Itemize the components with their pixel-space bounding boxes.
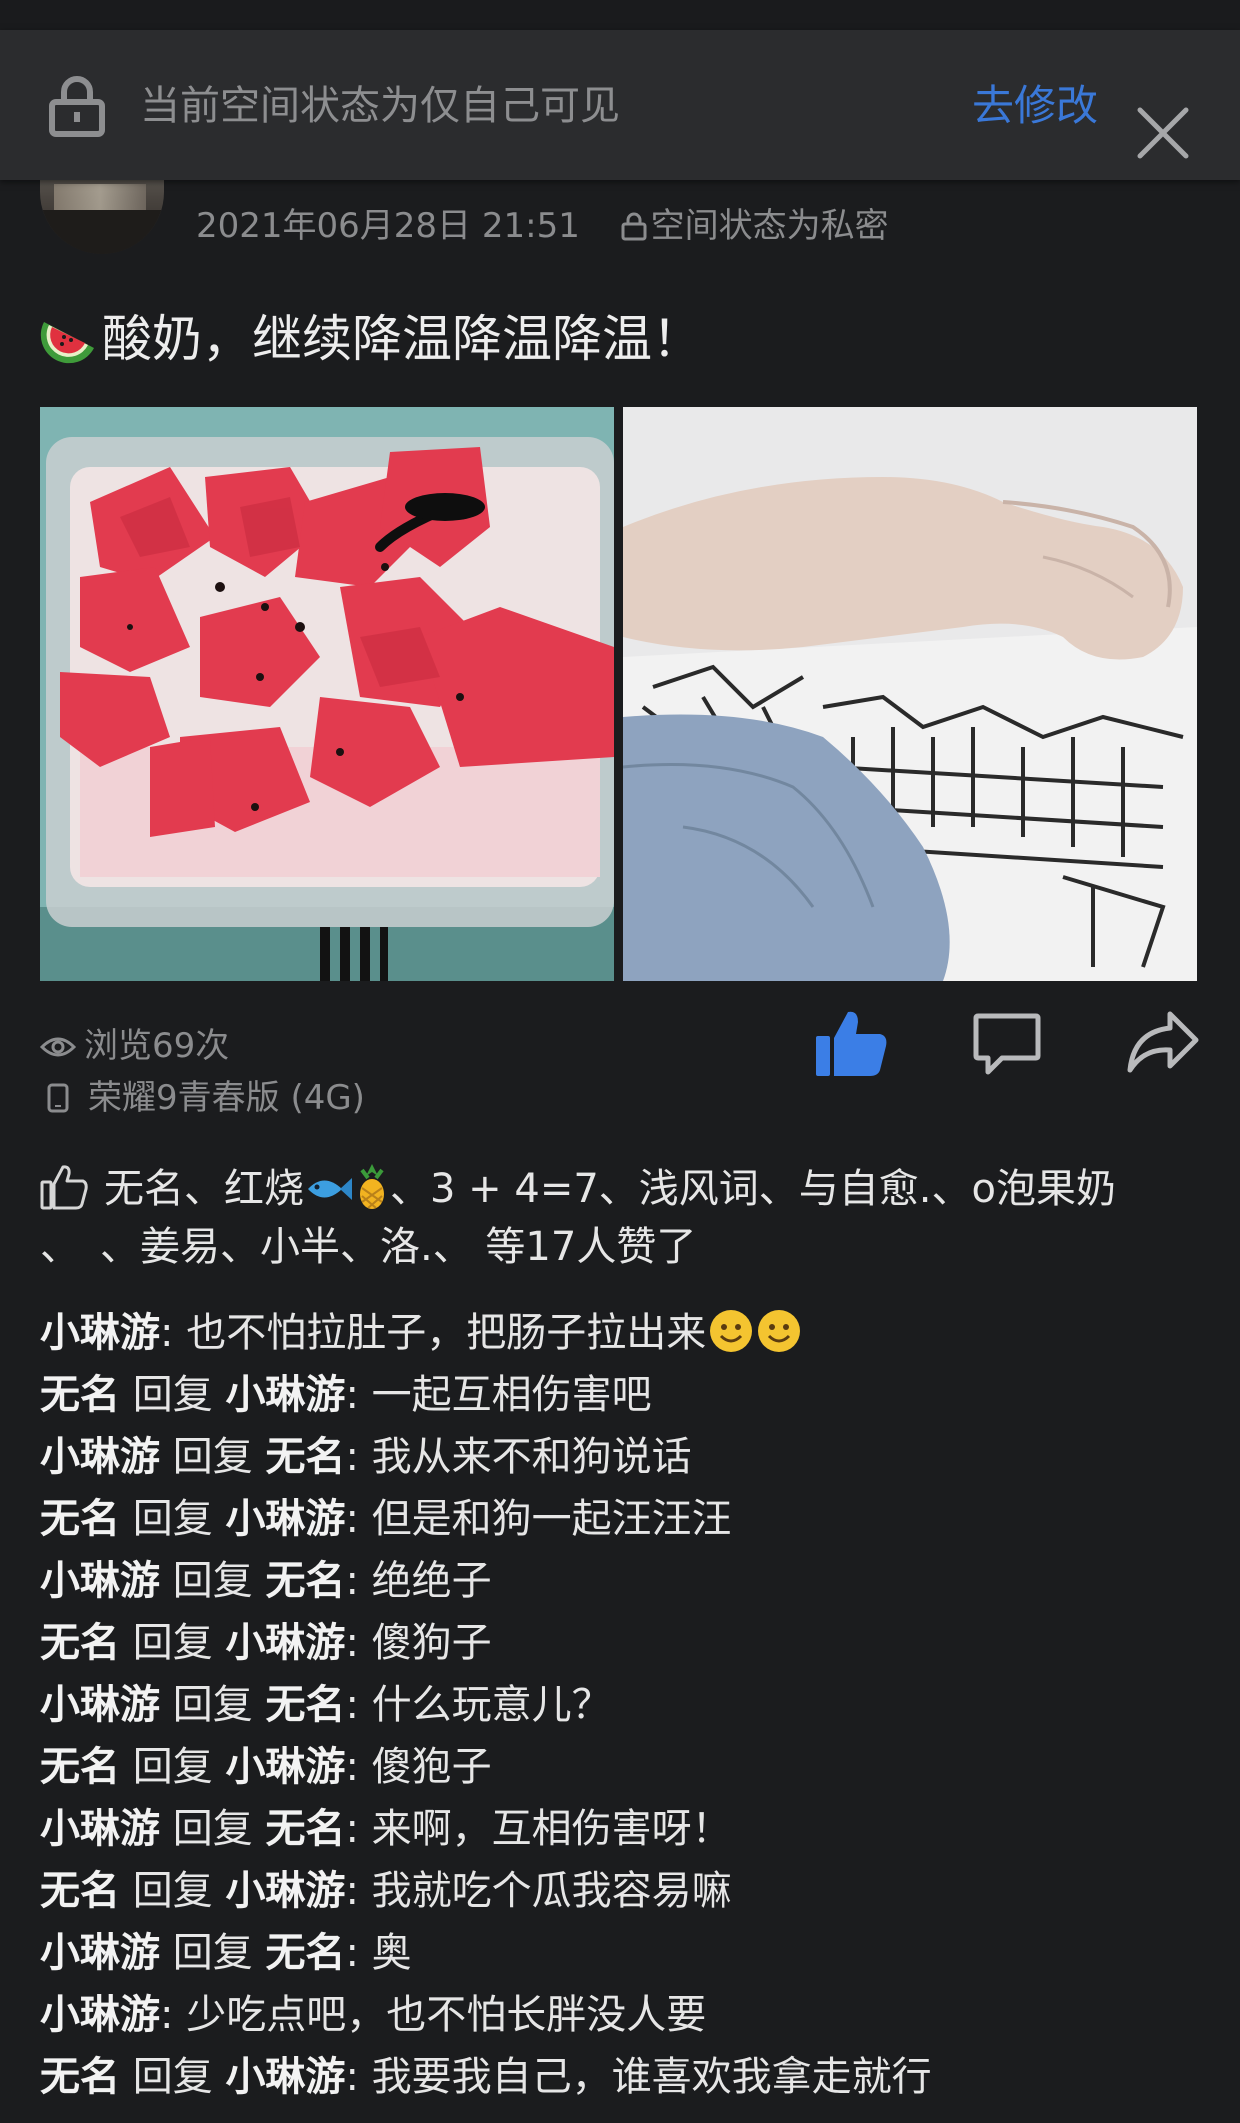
pineapple-emoji-icon xyxy=(360,1164,384,1209)
view-count-label: 浏览69次 xyxy=(84,1026,230,1066)
post-text: 酸奶，继续降温降温降温！ xyxy=(40,304,702,374)
comment-row[interactable]: 小琳游 回复 无名: 我从来不和狗说话 xyxy=(40,1426,1220,1488)
reply-target[interactable]: 小琳游 xyxy=(225,1496,345,1542)
comment-text: 傻狗子 xyxy=(371,1620,492,1666)
comment-row[interactable]: 小琳游 回复 无名: 什么玩意儿？ xyxy=(40,1674,1220,1736)
comment-row[interactable]: 无名 回复 小琳游: 傻狍子 xyxy=(40,1736,1220,1798)
lock-icon xyxy=(49,76,105,137)
device-info: 荣耀9青春版 (4G) xyxy=(40,1072,365,1124)
comment-row[interactable]: 小琳游: 少吃点吧，也不怕长胖没人要 xyxy=(40,1984,1220,2046)
comment-row[interactable]: 无名 回复 小琳游: 我就吃个瓜我容易嘛 xyxy=(40,1860,1220,1922)
reply-word: 回复 xyxy=(132,1496,213,1542)
post-stats: 浏览69次 荣耀9青春版 (4G) xyxy=(40,1020,365,1124)
comment-text: 什么玩意儿？ xyxy=(371,1682,612,1728)
post-timestamp: 2021年06月28日 21:51 xyxy=(196,206,580,246)
reply-target[interactable]: 小琳游 xyxy=(225,1744,345,1790)
comment-text: 我就吃个瓜我容易嘛 xyxy=(371,1868,732,1914)
eye-icon xyxy=(40,1037,76,1057)
fish-emoji-icon xyxy=(308,1178,352,1200)
reply-word: 回复 xyxy=(132,1372,213,1418)
comment-author[interactable]: 无名 xyxy=(40,1496,120,1542)
comment-author[interactable]: 小琳游 xyxy=(40,1806,160,1852)
smile-emoji-icon xyxy=(758,1310,801,1352)
reply-word: 回复 xyxy=(172,1682,253,1728)
comment-author[interactable]: 小琳游 xyxy=(40,1992,160,2038)
comment-author[interactable]: 无名 xyxy=(40,2054,120,2100)
close-icon[interactable] xyxy=(1136,106,1190,160)
comment-row[interactable]: 无名 回复 小琳游: 傻狗子 xyxy=(40,1612,1220,1674)
view-count: 浏览69次 xyxy=(40,1020,365,1072)
comment-author[interactable]: 小琳游 xyxy=(40,1930,160,1976)
comment-text: 但是和狗一起汪汪汪 xyxy=(371,1496,732,1542)
comment-text: 少吃点吧，也不怕长胖没人要 xyxy=(186,1992,707,2038)
reply-target[interactable]: 无名 xyxy=(265,1682,345,1728)
post-photo-arm[interactable] xyxy=(623,407,1197,981)
comment-author[interactable]: 小琳游 xyxy=(40,1682,160,1728)
watermelon-emoji-icon xyxy=(40,322,94,364)
reply-word: 回复 xyxy=(132,1868,213,1914)
comment-text: 傻狍子 xyxy=(371,1744,492,1790)
comment-author[interactable]: 无名 xyxy=(40,1744,120,1790)
reply-target[interactable]: 小琳游 xyxy=(225,1868,345,1914)
reply-word: 回复 xyxy=(172,1558,253,1604)
comment-row[interactable]: 无名 回复 小琳游: 我要我自己，谁喜欢我拿走就行 xyxy=(40,2046,1220,2108)
reply-target[interactable]: 小琳游 xyxy=(225,2054,345,2100)
privacy-label: 空间状态为私密 xyxy=(650,206,889,246)
reply-target[interactable]: 无名 xyxy=(265,1558,345,1604)
likes-names-part2[interactable]: 、3 + 4=7、浅风词、与自愈.、o泡果奶 xyxy=(390,1166,1116,1212)
likes-names-part3[interactable]: 、 、姜易、小半、洛.、 等17人赞了 xyxy=(40,1224,696,1270)
privacy-banner: 当前空间状态为仅自己可见 去修改 xyxy=(0,30,1240,180)
comment-text: 我从来不和狗说话 xyxy=(371,1434,692,1480)
comment-author[interactable]: 无名 xyxy=(40,1868,120,1914)
reply-word: 回复 xyxy=(172,1930,253,1976)
device-label: 荣耀9青春版 (4G) xyxy=(88,1078,365,1118)
comment-icon[interactable] xyxy=(972,1012,1042,1076)
reply-word: 回复 xyxy=(132,1744,213,1790)
likes-section: 无名、红烧 、3 + 4=7、浅风词、与自愈.、o泡果奶 、 、姜易、小半、洛.… xyxy=(40,1160,1210,1276)
post-privacy: 空间状态为私密 xyxy=(621,206,889,246)
phone-icon xyxy=(47,1083,69,1113)
comments-list: 小琳游: 也不怕拉肚子，把肠子拉出来 无名 回复 小琳游: 一起互相伤害吧 小琳… xyxy=(40,1302,1220,2108)
reply-word: 回复 xyxy=(172,1806,253,1852)
status-bar-area xyxy=(0,0,1240,30)
reply-word: 回复 xyxy=(172,1434,253,1480)
comment-row[interactable]: 小琳游: 也不怕拉肚子，把肠子拉出来 xyxy=(40,1302,1220,1364)
reply-target[interactable]: 无名 xyxy=(265,1434,345,1480)
post-text-content: 酸奶，继续降温降温降温！ xyxy=(102,310,702,368)
thumbs-up-icon xyxy=(40,1165,88,1210)
comment-text: 我要我自己，谁喜欢我拿走就行 xyxy=(371,2054,932,2100)
reply-target[interactable]: 小琳游 xyxy=(225,1620,345,1666)
reply-word: 回复 xyxy=(132,1620,213,1666)
comment-row[interactable]: 无名 回复 小琳游: 但是和狗一起汪汪汪 xyxy=(40,1488,1220,1550)
comment-author[interactable]: 小琳游 xyxy=(40,1558,160,1604)
comment-text: 来啊，互相伤害呀！ xyxy=(371,1806,732,1852)
privacy-message: 当前空间状态为仅自己可见 xyxy=(140,83,620,129)
comment-row[interactable]: 小琳游 回复 无名: 奥 xyxy=(40,1922,1220,1984)
comment-author[interactable]: 小琳游 xyxy=(40,1434,160,1480)
comment-text: 也不怕拉肚子，把肠子拉出来 xyxy=(186,1310,707,1356)
reply-target[interactable]: 小琳游 xyxy=(225,1372,345,1418)
post-photo-watermelon-yogurt[interactable] xyxy=(40,407,614,981)
comment-row[interactable]: 小琳游 回复 无名: 来啊，互相伤害呀！ xyxy=(40,1798,1220,1860)
like-icon[interactable] xyxy=(814,1008,888,1078)
share-icon[interactable] xyxy=(1126,1010,1200,1074)
likes-names-part1[interactable]: 无名、红烧 xyxy=(104,1166,304,1212)
comment-row[interactable]: 无名 回复 小琳游: 一起互相伤害吧 xyxy=(40,1364,1220,1426)
post-meta: 2021年06月28日 21:51 空间状态为私密 xyxy=(196,198,889,254)
comment-text: 一起互相伤害吧 xyxy=(371,1372,652,1418)
comment-author[interactable]: 小琳游 xyxy=(40,1310,160,1356)
reply-target[interactable]: 无名 xyxy=(265,1930,345,1976)
comment-text: 奥 xyxy=(371,1930,412,1976)
smile-emoji-icon xyxy=(710,1310,753,1352)
comment-row[interactable]: 小琳游 回复 无名: 绝绝子 xyxy=(40,1550,1220,1612)
reply-word: 回复 xyxy=(132,2054,213,2100)
small-lock-icon xyxy=(621,212,647,241)
edit-privacy-link[interactable]: 去修改 xyxy=(972,78,1098,134)
comment-text: 绝绝子 xyxy=(371,1558,492,1604)
comment-author[interactable]: 无名 xyxy=(40,1372,120,1418)
reply-target[interactable]: 无名 xyxy=(265,1806,345,1852)
comment-author[interactable]: 无名 xyxy=(40,1620,120,1666)
